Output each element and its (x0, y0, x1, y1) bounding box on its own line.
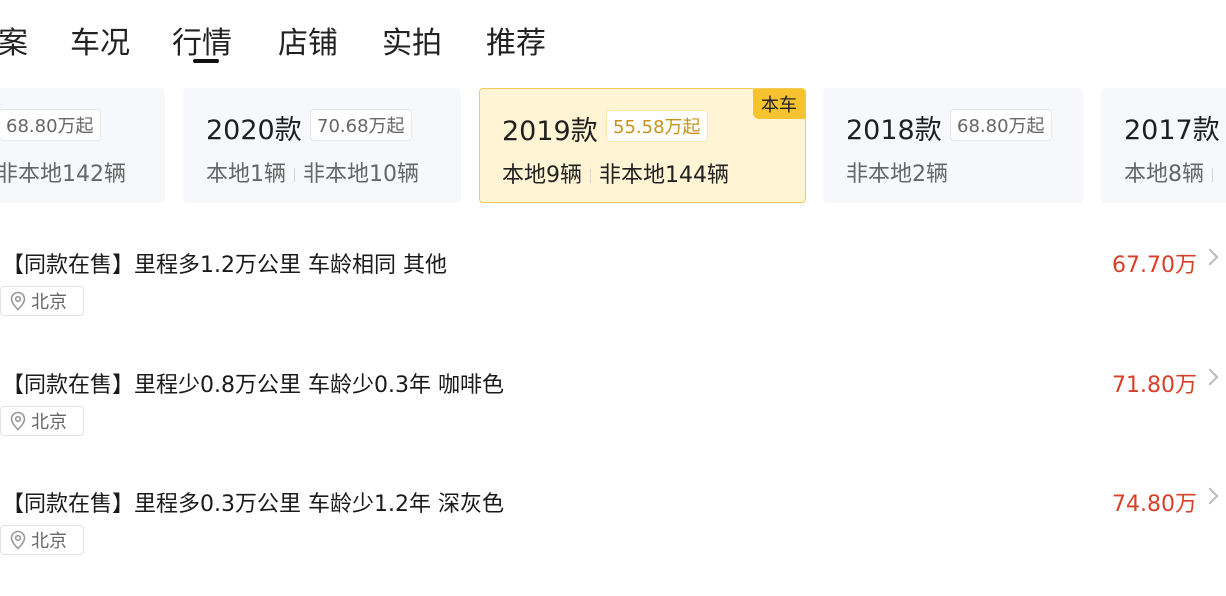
model-year: 2020款 (206, 115, 302, 146)
start-price-badge: 70.68万起 (310, 109, 412, 141)
location-text: 北京 (31, 412, 67, 433)
listing-item[interactable]: 【同款在售】里程少0.8万公里 车龄少0.3年 咖啡色 北京 71.80万 (0, 367, 1226, 477)
divider (590, 169, 591, 183)
stock-count: 非本地142辆 (0, 162, 126, 187)
listing-title: 【同款在售】里程少0.8万公里 车龄少0.3年 咖啡色 (2, 373, 504, 398)
tab-store[interactable]: 店铺 (278, 18, 338, 62)
model-year-card-2018[interactable]: 2018款 68.80万起 非本地2辆 (823, 88, 1083, 203)
location-tag: 北京 (0, 525, 84, 555)
listing-title: 【同款在售】里程多1.2万公里 车龄相同 其他 (2, 253, 447, 278)
divider (1212, 168, 1213, 182)
listing-price: 74.80万 (1112, 492, 1197, 517)
tab-recommend[interactable]: 推荐 (486, 18, 546, 62)
local-stock: 本地8辆 (1124, 162, 1204, 187)
listing-title: 【同款在售】里程多0.3万公里 车龄少1.2年 深灰色 (2, 492, 504, 517)
listing-price: 71.80万 (1112, 373, 1197, 398)
stock-count: 本地1辆 非本地10辆 (206, 156, 419, 188)
location-pin-icon (10, 530, 26, 550)
start-price-badge: 68.80万起 (0, 109, 101, 141)
model-year: 2018款 (846, 115, 942, 146)
model-year: 2019款 (502, 116, 598, 147)
stock-count: 本地9辆 非本地144辆 (502, 157, 729, 189)
tab-market[interactable]: 行情 (172, 18, 232, 62)
tab-condition[interactable]: 车况 (70, 18, 130, 62)
location-tag: 北京 (0, 286, 84, 316)
model-year-card[interactable]: 68.80万起 非本地142辆 (0, 88, 165, 203)
location-pin-icon (10, 291, 26, 311)
local-stock: 本地9辆 (502, 163, 582, 188)
start-price-badge: 55.58万起 (606, 110, 708, 142)
location-text: 北京 (31, 292, 67, 313)
active-tab-indicator (193, 59, 219, 63)
stock-count: 非本地2辆 (846, 162, 948, 187)
tab-archive[interactable]: 案 (0, 18, 28, 62)
current-car-badge: 本车 (753, 89, 805, 119)
location-pin-icon (10, 411, 26, 431)
local-stock: 本地1辆 (206, 162, 286, 187)
model-year-card-2019[interactable]: 2019款 55.58万起 本地9辆 非本地144辆 本车 (479, 88, 806, 203)
location-text: 北京 (31, 531, 67, 552)
model-year-card-2017[interactable]: 2017款 本地8辆 (1101, 88, 1226, 203)
listing-item[interactable]: 【同款在售】里程多0.3万公里 车龄少1.2年 深灰色 北京 74.80万 (0, 486, 1226, 596)
chevron-right-icon (1201, 248, 1219, 266)
chevron-right-icon (1201, 368, 1219, 386)
nonlocal-stock: 非本地144辆 (599, 163, 729, 188)
tab-photos[interactable]: 实拍 (382, 18, 442, 62)
stock-count: 本地8辆 (1124, 156, 1221, 188)
model-year-card-2020[interactable]: 2020款 70.68万起 本地1辆 非本地10辆 (183, 88, 461, 203)
location-tag: 北京 (0, 406, 84, 436)
nonlocal-stock: 非本地10辆 (303, 162, 419, 187)
model-year: 2017款 (1124, 115, 1220, 146)
start-price-badge: 68.80万起 (950, 109, 1052, 141)
listing-price: 67.70万 (1112, 253, 1197, 278)
chevron-right-icon (1201, 487, 1219, 505)
listing-item[interactable]: 【同款在售】里程多1.2万公里 车龄相同 其他 北京 67.70万 (0, 247, 1226, 357)
divider (294, 168, 295, 182)
